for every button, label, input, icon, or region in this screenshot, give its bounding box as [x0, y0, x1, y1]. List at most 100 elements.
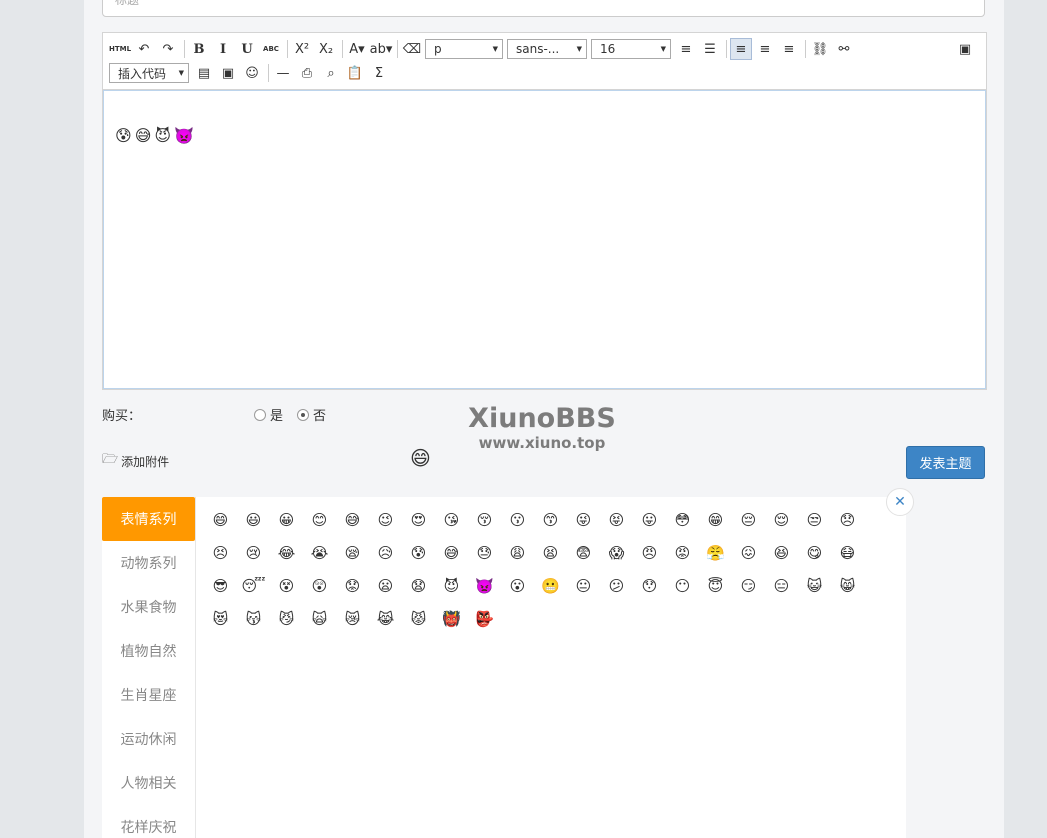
emoji-category-tab[interactable]: 水果食物 [102, 585, 195, 629]
emoji-item[interactable]: 😌 [765, 503, 798, 536]
emoji-item[interactable]: 😄 [204, 503, 237, 536]
emoji-item[interactable]: 😪 [336, 536, 369, 569]
emoji-item[interactable]: 😺 [798, 569, 831, 602]
emoji-item[interactable]: 😾 [402, 602, 435, 635]
align-left-button[interactable]: ≡ [730, 38, 752, 60]
emoji-item[interactable]: 😊 [303, 503, 336, 536]
add-attachment-link[interactable]: 🗁 添加附件 [102, 450, 169, 472]
emoji-item[interactable]: 😹 [369, 602, 402, 635]
emoji-item[interactable]: 😧 [402, 569, 435, 602]
emoji-item[interactable]: 😻 [204, 602, 237, 635]
font-size-select[interactable]: 16 ▼ [591, 39, 671, 59]
horizontal-rule-button[interactable]: — [272, 62, 294, 84]
emoji-item[interactable]: 😿 [336, 602, 369, 635]
emoji-item[interactable]: 😥 [369, 536, 402, 569]
emoji-item[interactable]: 😰 [402, 536, 435, 569]
emoji-item[interactable]: 😚 [468, 503, 501, 536]
emoji-item[interactable]: 👿 [468, 569, 501, 602]
emoji-item[interactable]: 😀 [270, 503, 303, 536]
editor-content-area[interactable]: 😰 😅 😈 👿 [103, 90, 986, 389]
close-icon[interactable]: ✕ [886, 488, 914, 516]
buy-yes-radio[interactable] [254, 408, 266, 421]
video-icon[interactable]: ▤ [193, 62, 215, 84]
title-input[interactable]: 标题 [102, 0, 985, 17]
emoji-item[interactable]: 😛 [633, 503, 666, 536]
highlight-button[interactable]: ab▾ [370, 38, 393, 60]
emoji-category-tab[interactable]: 人物相关 [102, 761, 195, 805]
emoji-item[interactable]: 😝 [600, 503, 633, 536]
emoji-item[interactable]: 😤 [699, 536, 732, 569]
emoji-item[interactable]: 😓 [468, 536, 501, 569]
emoji-category-tab[interactable]: 生肖星座 [102, 673, 195, 717]
image-icon[interactable]: ▣ [217, 62, 239, 84]
fullscreen-button[interactable]: ▣ [954, 38, 976, 60]
emoji-item[interactable]: 😨 [567, 536, 600, 569]
emoji-item[interactable]: 😬 [534, 569, 567, 602]
emoji-item[interactable]: 😽 [237, 602, 270, 635]
emoji-category-tab[interactable]: 动物系列 [102, 541, 195, 585]
emoji-item[interactable]: 😖 [732, 536, 765, 569]
emoji-category-tab[interactable]: 花样庆祝 [102, 805, 195, 838]
emoji-item[interactable]: 😟 [336, 569, 369, 602]
link-button[interactable]: ⛓ [809, 38, 831, 60]
emoji-item[interactable]: 😱 [600, 536, 633, 569]
emoji-item[interactable]: 😇 [699, 569, 732, 602]
italic-button[interactable]: I [212, 38, 234, 60]
emoji-item[interactable]: 😴 [237, 569, 270, 602]
emoji-item[interactable]: 😣 [204, 536, 237, 569]
formula-icon[interactable]: Σ [368, 62, 390, 84]
emoji-item[interactable]: 😑 [765, 569, 798, 602]
emoji-item[interactable]: 😁 [699, 503, 732, 536]
emoji-item[interactable]: 😩 [501, 536, 534, 569]
emoji-item[interactable]: 😵 [270, 569, 303, 602]
emoji-item[interactable]: 😦 [369, 569, 402, 602]
emoji-item[interactable]: 😢 [237, 536, 270, 569]
emoji-item[interactable]: 😮 [501, 569, 534, 602]
emoji-category-tab[interactable]: 植物自然 [102, 629, 195, 673]
emoji-item[interactable]: 😯 [633, 569, 666, 602]
emoji-item[interactable]: 😠 [633, 536, 666, 569]
undo-button[interactable]: ↶ [133, 38, 155, 60]
font-color-button[interactable]: A▾ [346, 38, 368, 60]
emoji-item[interactable]: 😜 [567, 503, 600, 536]
emoji-item[interactable]: 😼 [270, 602, 303, 635]
submit-topic-button[interactable]: 发表主题 [906, 446, 985, 479]
superscript-button[interactable]: X² [291, 38, 313, 60]
html-source-button[interactable]: HTML [109, 38, 131, 60]
emoji-category-tab[interactable]: 运动休闲 [102, 717, 195, 761]
emoji-item[interactable]: 👹 [435, 602, 468, 635]
emoji-item[interactable]: 😋 [798, 536, 831, 569]
emoji-item[interactable]: 🙀 [303, 602, 336, 635]
paste-icon[interactable]: 📋 [344, 62, 366, 84]
emoji-item[interactable]: 😙 [534, 503, 567, 536]
emoji-item[interactable]: 😞 [831, 503, 864, 536]
emoji-item[interactable]: 😎 [204, 569, 237, 602]
preview-icon[interactable]: ⌕ [320, 62, 342, 84]
bold-button[interactable]: B [188, 38, 210, 60]
emoji-item[interactable]: 😐 [567, 569, 600, 602]
emoji-item[interactable]: 😲 [303, 569, 336, 602]
emoji-item[interactable]: 😅 [336, 503, 369, 536]
emoji-item[interactable]: 😶 [666, 569, 699, 602]
eraser-icon[interactable]: ⌫ [401, 38, 423, 60]
emotion-icon[interactable]: ☺ [241, 62, 263, 84]
emoji-item[interactable]: 😂 [270, 536, 303, 569]
unordered-list-button[interactable]: ☰ [699, 38, 721, 60]
emoji-item[interactable]: 😉 [369, 503, 402, 536]
emoji-item[interactable]: 👺 [468, 602, 501, 635]
emoji-item[interactable]: 😡 [666, 536, 699, 569]
emoji-item[interactable]: 😸 [831, 569, 864, 602]
emoji-item[interactable]: 😕 [600, 569, 633, 602]
emoji-item[interactable]: 😃 [237, 503, 270, 536]
buy-no-radio[interactable] [297, 408, 310, 421]
emoji-item[interactable]: 😳 [666, 503, 699, 536]
redo-button[interactable]: ↷ [157, 38, 179, 60]
emoji-item[interactable]: 😗 [501, 503, 534, 536]
emoji-item[interactable]: 😘 [435, 503, 468, 536]
print-icon[interactable]: ⎙ [296, 62, 318, 84]
emoji-item[interactable]: 😅 [435, 536, 468, 569]
emoji-item[interactable]: 😷 [831, 536, 864, 569]
ordered-list-button[interactable]: ≡ [675, 38, 697, 60]
insert-code-select[interactable]: 插入代码 ▼ [109, 63, 189, 83]
emoji-item[interactable]: 😫 [534, 536, 567, 569]
